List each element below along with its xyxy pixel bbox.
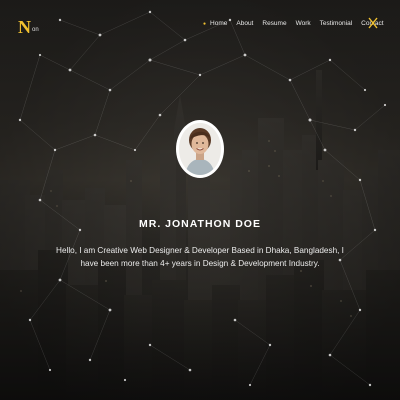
hero-section	[0, 0, 400, 400]
logo-letter: N	[18, 17, 31, 37]
nav-item-work[interactable]: Work	[296, 20, 311, 27]
site-logo[interactable]: N on	[18, 14, 39, 36]
logo-text: on	[32, 27, 39, 33]
person-avatar-icon	[179, 123, 221, 175]
particle-network-decoration	[18, 10, 387, 387]
close-icon[interactable]	[368, 17, 378, 29]
profile-name: MR. JONATHON DOE	[139, 218, 261, 230]
nav-item-about[interactable]: About	[236, 20, 253, 27]
nav-item-resume[interactable]: Resume	[262, 20, 286, 27]
active-indicator-icon: ●	[203, 20, 207, 27]
avatar	[179, 123, 221, 175]
nav-menu: ● Home About Resume Work Testimonial Con…	[203, 20, 393, 27]
nav-item-testimonial[interactable]: Testimonial	[320, 20, 353, 27]
profile-bio: Hello, I am Creative Web Designer & Deve…	[56, 246, 344, 268]
nav-item-home[interactable]: Home	[210, 20, 227, 27]
navbar: N on ● Home About Resume Work Testimonia…	[0, 14, 400, 38]
